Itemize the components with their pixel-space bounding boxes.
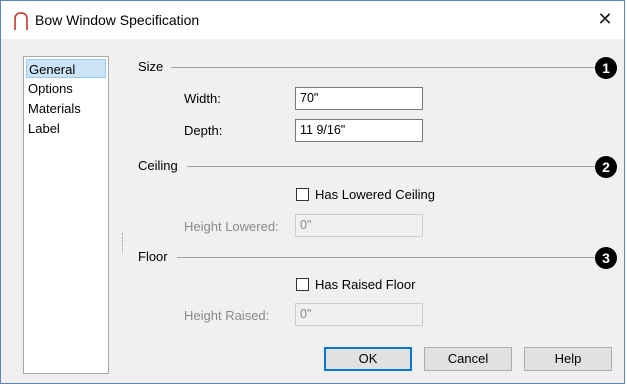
depth-input[interactable]: 11 9/16"	[295, 119, 423, 142]
help-button[interactable]: Help	[524, 347, 612, 371]
width-label: Width:	[184, 91, 221, 106]
depth-label: Depth:	[184, 123, 223, 138]
nav-item-label[interactable]: Label	[24, 119, 108, 138]
close-icon[interactable]: ✕	[594, 8, 616, 30]
height-raised-label: Height Raised:	[184, 308, 270, 323]
callout-3: 3	[595, 247, 617, 269]
checkbox-box[interactable]	[296, 188, 309, 201]
has-raised-floor-label: Has Raised Floor	[315, 277, 416, 292]
nav-item-general[interactable]: General	[26, 59, 106, 78]
callout-2: 2	[595, 156, 617, 178]
height-lowered-label: Height Lowered:	[184, 219, 279, 234]
has-lowered-ceiling-label: Has Lowered Ceiling	[315, 187, 435, 202]
checkbox-box[interactable]	[296, 278, 309, 291]
cancel-button[interactable]: Cancel	[424, 347, 512, 371]
title-bar: Bow Window Specification ✕	[1, 1, 624, 39]
has-raised-floor-checkbox[interactable]: Has Raised Floor	[296, 277, 415, 292]
bow-window-dialog: Bow Window Specification ✕ General Optio…	[0, 0, 625, 384]
has-lowered-ceiling-checkbox[interactable]: Has Lowered Ceiling	[296, 187, 435, 202]
floor-heading: Floor	[138, 249, 168, 264]
ceiling-divider	[187, 166, 595, 167]
nav-item-options[interactable]: Options	[24, 79, 108, 98]
height-raised-input: 0"	[295, 303, 423, 326]
window-title: Bow Window Specification	[35, 12, 200, 28]
ceiling-heading: Ceiling	[138, 158, 178, 173]
category-list: General Options Materials Label	[23, 56, 109, 374]
nav-item-materials[interactable]: Materials	[24, 99, 108, 118]
ok-button[interactable]: OK	[324, 347, 412, 371]
panel-splitter[interactable]	[122, 233, 125, 253]
width-input[interactable]: 70"	[295, 87, 423, 110]
bow-window-icon	[13, 11, 29, 31]
height-lowered-input: 0"	[295, 214, 423, 237]
size-divider	[171, 67, 595, 68]
callout-1: 1	[595, 57, 617, 79]
floor-divider	[177, 257, 595, 258]
size-heading: Size	[138, 59, 164, 74]
